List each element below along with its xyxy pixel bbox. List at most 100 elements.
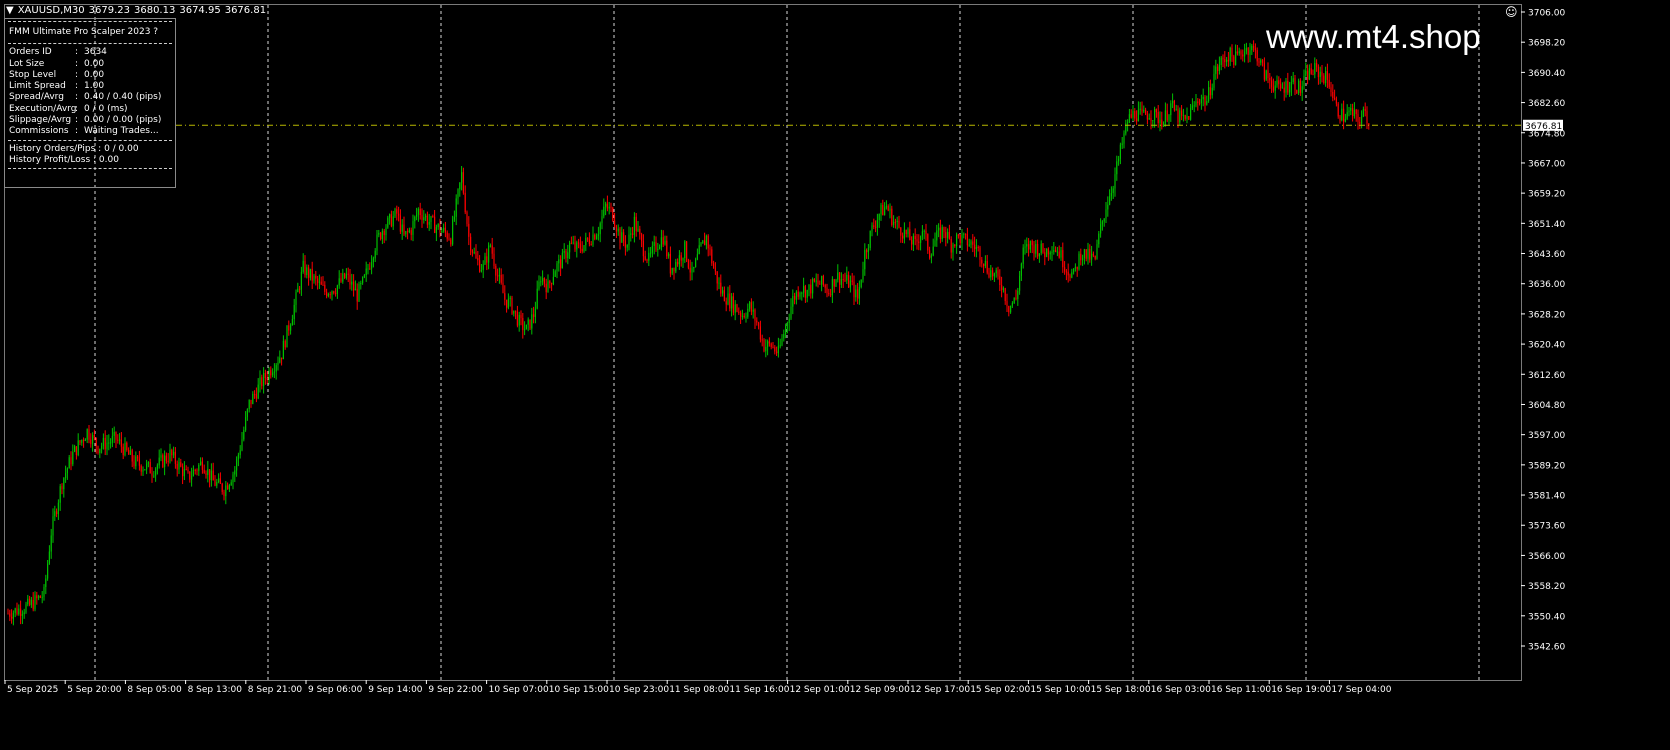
candle-body bbox=[1175, 109, 1177, 111]
candle-body bbox=[14, 608, 16, 613]
candle-body bbox=[169, 449, 171, 462]
smiley-face-icon[interactable]: ☺ bbox=[1505, 5, 1518, 19]
candle-body bbox=[468, 223, 470, 237]
candle-body bbox=[633, 216, 635, 235]
candle-body bbox=[306, 267, 308, 276]
candle-body bbox=[1128, 114, 1130, 123]
candle-body bbox=[896, 220, 898, 223]
y-tick-label: 3604.80 bbox=[1528, 401, 1565, 411]
candle-body bbox=[621, 232, 623, 243]
candle-body bbox=[1047, 248, 1049, 255]
candle-body bbox=[30, 599, 32, 605]
candle-body bbox=[749, 302, 751, 309]
candle-body bbox=[731, 296, 733, 309]
candle-body bbox=[957, 234, 959, 236]
candle-body bbox=[605, 203, 607, 207]
candle-body bbox=[921, 231, 923, 237]
candle-body bbox=[1263, 62, 1265, 80]
candle-body bbox=[630, 233, 632, 235]
candle-body bbox=[860, 279, 862, 288]
candle-body bbox=[266, 378, 268, 380]
candle-body bbox=[250, 399, 252, 405]
candle-body bbox=[876, 220, 878, 228]
chart-area[interactable]: 3706.00 3698.20 3690.40 3682.60 3674.80 3667.… bbox=[0, 0, 1670, 746]
candle-body bbox=[740, 312, 742, 317]
candle-body bbox=[171, 449, 173, 456]
candle-body bbox=[23, 612, 25, 615]
candle-body bbox=[842, 279, 844, 281]
candle-body bbox=[282, 340, 284, 360]
candle-body bbox=[894, 221, 896, 223]
candle-body bbox=[997, 270, 999, 277]
candle-body bbox=[610, 206, 612, 208]
candle-body bbox=[932, 246, 934, 256]
y-tick-label: 3628.20 bbox=[1528, 310, 1565, 320]
candle-body bbox=[893, 221, 895, 225]
candle-body bbox=[779, 345, 781, 347]
candle-body bbox=[392, 216, 394, 227]
candle-body bbox=[1208, 87, 1210, 102]
candle-body bbox=[792, 296, 794, 307]
y-tick-label: 3612.60 bbox=[1528, 371, 1565, 381]
candle-body bbox=[806, 290, 808, 298]
candle-body bbox=[180, 462, 182, 467]
candle-body bbox=[700, 243, 702, 246]
candle-body bbox=[25, 604, 27, 613]
candle-body bbox=[794, 296, 796, 300]
candle-body bbox=[560, 259, 562, 269]
low-value: 3674.95 bbox=[179, 5, 221, 16]
candle-body bbox=[1100, 224, 1102, 234]
panel-row-label: Execution/Avrg bbox=[9, 103, 77, 114]
candle-body bbox=[326, 291, 328, 297]
candle-body bbox=[826, 287, 828, 293]
candle-body bbox=[1278, 80, 1280, 85]
candle-body bbox=[1218, 64, 1220, 71]
candle-body bbox=[227, 485, 229, 490]
candle-body bbox=[1130, 114, 1132, 118]
y-tick-label: 3573.60 bbox=[1528, 522, 1565, 532]
candle-body bbox=[1085, 249, 1087, 259]
x-tick-label: 12 Sep 17:00 bbox=[910, 685, 970, 695]
candle-body bbox=[77, 440, 79, 455]
candle-body bbox=[533, 314, 535, 317]
candle-body bbox=[394, 209, 396, 217]
candle-body bbox=[815, 280, 817, 282]
candle-body bbox=[1323, 75, 1325, 83]
candle-body bbox=[473, 252, 475, 254]
candle-body bbox=[399, 215, 401, 232]
candle-body bbox=[129, 450, 131, 455]
candle-body bbox=[1083, 249, 1085, 258]
candle-body bbox=[777, 345, 779, 354]
candlestick-chart[interactable]: 3706.003698.203690.403682.603674.803667.… bbox=[0, 0, 1670, 746]
x-tick-label: 10 Sep 07:00 bbox=[489, 685, 549, 695]
candle-body bbox=[300, 271, 302, 290]
candle-body bbox=[324, 284, 326, 292]
candle-body bbox=[722, 290, 724, 294]
candle-body bbox=[830, 294, 832, 296]
candle-body bbox=[104, 437, 106, 450]
triangle-down-icon[interactable]: ▼ bbox=[6, 5, 14, 16]
y-tick-label: 3667.00 bbox=[1528, 159, 1565, 169]
candle-body bbox=[1227, 59, 1229, 62]
panel-row: Lot Size:0.00 bbox=[5, 59, 175, 70]
y-tick-label: 3651.40 bbox=[1528, 220, 1565, 230]
candle-body bbox=[687, 260, 689, 268]
candle-body bbox=[18, 608, 20, 615]
candle-body bbox=[975, 247, 977, 250]
candle-body bbox=[1033, 245, 1035, 254]
candle-body bbox=[1089, 248, 1091, 260]
candle-body bbox=[855, 289, 857, 298]
candle-body bbox=[1121, 143, 1123, 145]
y-tick-label: 3566.00 bbox=[1528, 552, 1565, 562]
candle-body bbox=[1173, 100, 1175, 111]
candle-body bbox=[173, 451, 175, 456]
candle-body bbox=[1181, 110, 1183, 116]
panel-row-label: Lot Size bbox=[9, 58, 45, 69]
candle-body bbox=[1190, 108, 1192, 120]
candle-body bbox=[900, 227, 902, 236]
candle-body bbox=[403, 224, 405, 235]
candle-body bbox=[1028, 244, 1030, 250]
candle-body bbox=[1310, 68, 1312, 74]
candle-body bbox=[1337, 103, 1339, 117]
panel-row-sep: : bbox=[75, 58, 79, 69]
